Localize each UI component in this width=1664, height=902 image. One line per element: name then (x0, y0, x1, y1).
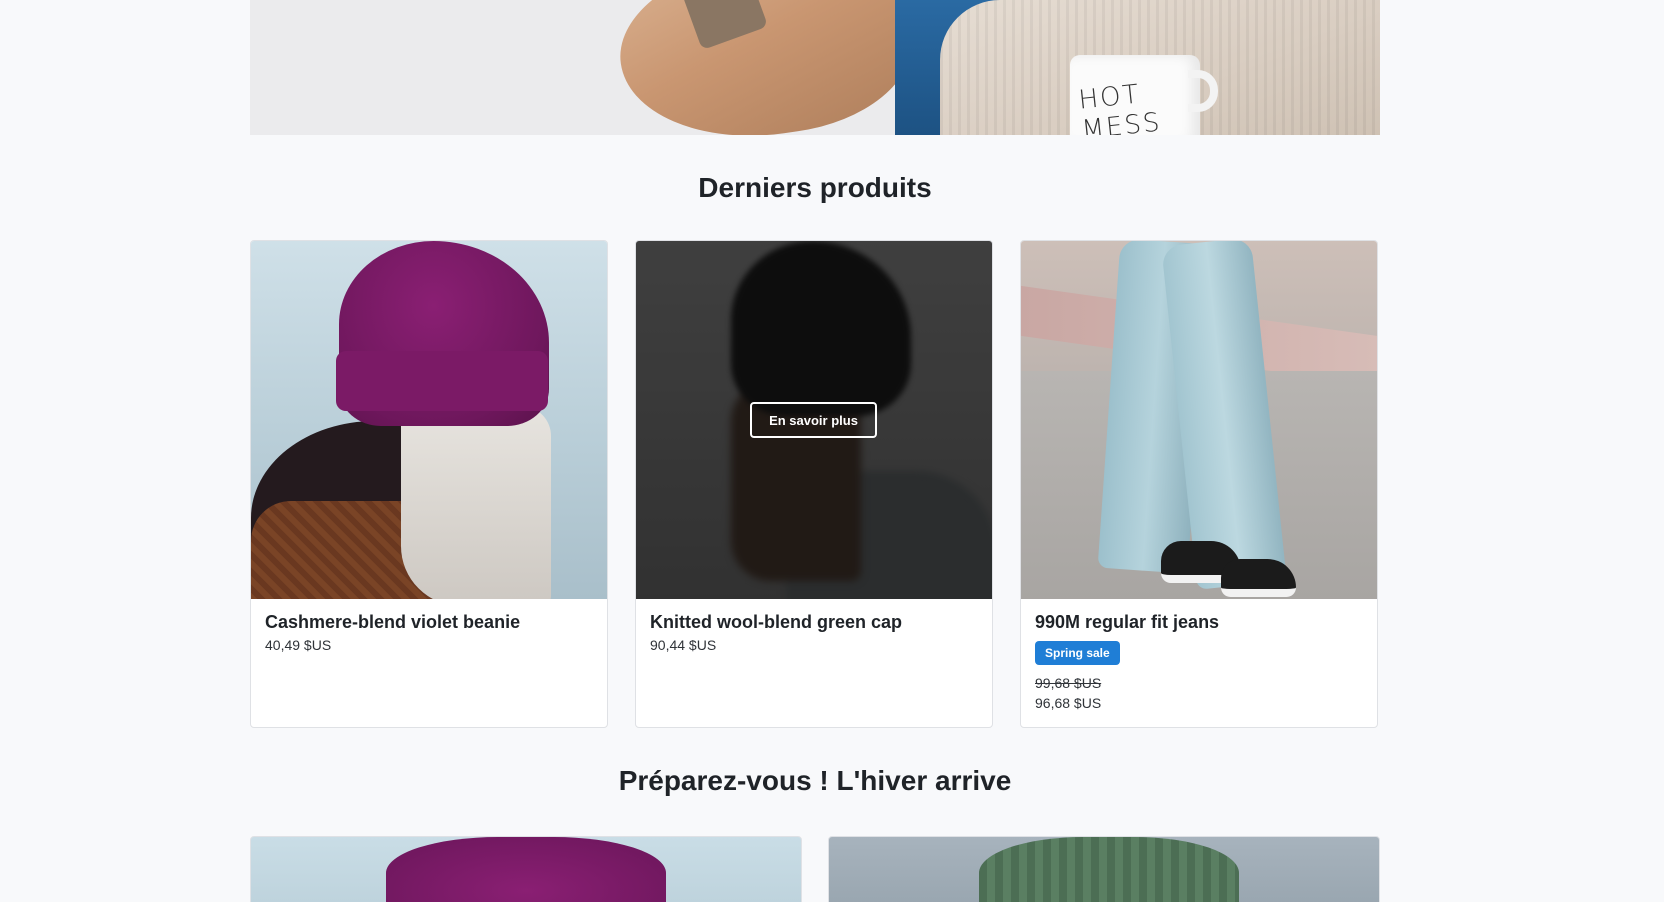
product-name[interactable]: Cashmere-blend violet beanie (265, 609, 593, 635)
product-price: 90,44 $US (650, 637, 717, 653)
hero-banner-image: HOT MESS (250, 0, 1380, 135)
mug-lettering: HOT MESS (1077, 79, 1163, 135)
section-title-winter: Préparez-vous ! L'hiver arrive (618, 765, 1012, 796)
product-price: 40,49 $US (265, 637, 332, 653)
product-info: 990M regular fit jeans Spring sale 99,68… (1035, 609, 1363, 713)
product-price: 96,68 $US (1035, 695, 1102, 711)
hair-shape (401, 406, 551, 599)
product-info: Cashmere-blend violet beanie 40,49 $US (265, 609, 593, 655)
product-name[interactable]: Knitted wool-blend green cap (650, 609, 978, 635)
product-info: Knitted wool-blend green cap 90,44 $US (650, 609, 978, 655)
product-image[interactable]: En savoir plus (636, 241, 992, 599)
section-title-latest: Derniers produits (698, 172, 932, 203)
collection-card-beanie[interactable] (250, 836, 802, 902)
product-card-jeans[interactable]: 990M regular fit jeans Spring sale 99,68… (1020, 240, 1378, 728)
product-old-price: 99,68 $US (1035, 675, 1102, 691)
sneaker-shape (1221, 559, 1296, 597)
product-image[interactable] (251, 241, 607, 599)
product-image[interactable] (1021, 241, 1377, 599)
learn-more-button[interactable]: En savoir plus (750, 402, 877, 438)
product-card-violet-beanie[interactable]: Cashmere-blend violet beanie 40,49 $US (250, 240, 608, 728)
product-card-green-cap[interactable]: En savoir plus Knitted wool-blend green … (635, 240, 993, 728)
beanie-cuff-shape (336, 351, 548, 411)
sale-badge: Spring sale (1035, 641, 1120, 665)
collection-card-scarf[interactable] (828, 836, 1380, 902)
beanie-shape (386, 837, 666, 902)
product-name[interactable]: 990M regular fit jeans (1035, 609, 1363, 635)
knit-scarf-shape (979, 837, 1239, 902)
